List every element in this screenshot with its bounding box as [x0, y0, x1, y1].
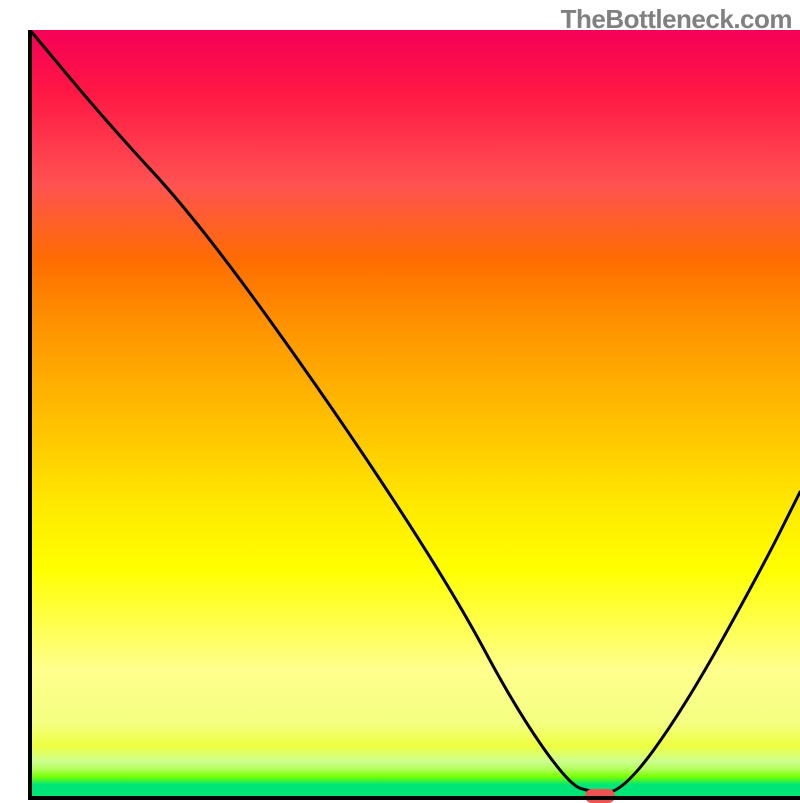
y-axis: [28, 30, 32, 800]
curve-svg: [30, 30, 800, 800]
watermark-text: TheBottleneck.com: [561, 4, 792, 35]
bottleneck-chart: TheBottleneck.com: [0, 0, 800, 800]
plot-area: [30, 30, 800, 800]
bottleneck-curve-path: [30, 30, 800, 792]
x-axis: [30, 796, 800, 800]
